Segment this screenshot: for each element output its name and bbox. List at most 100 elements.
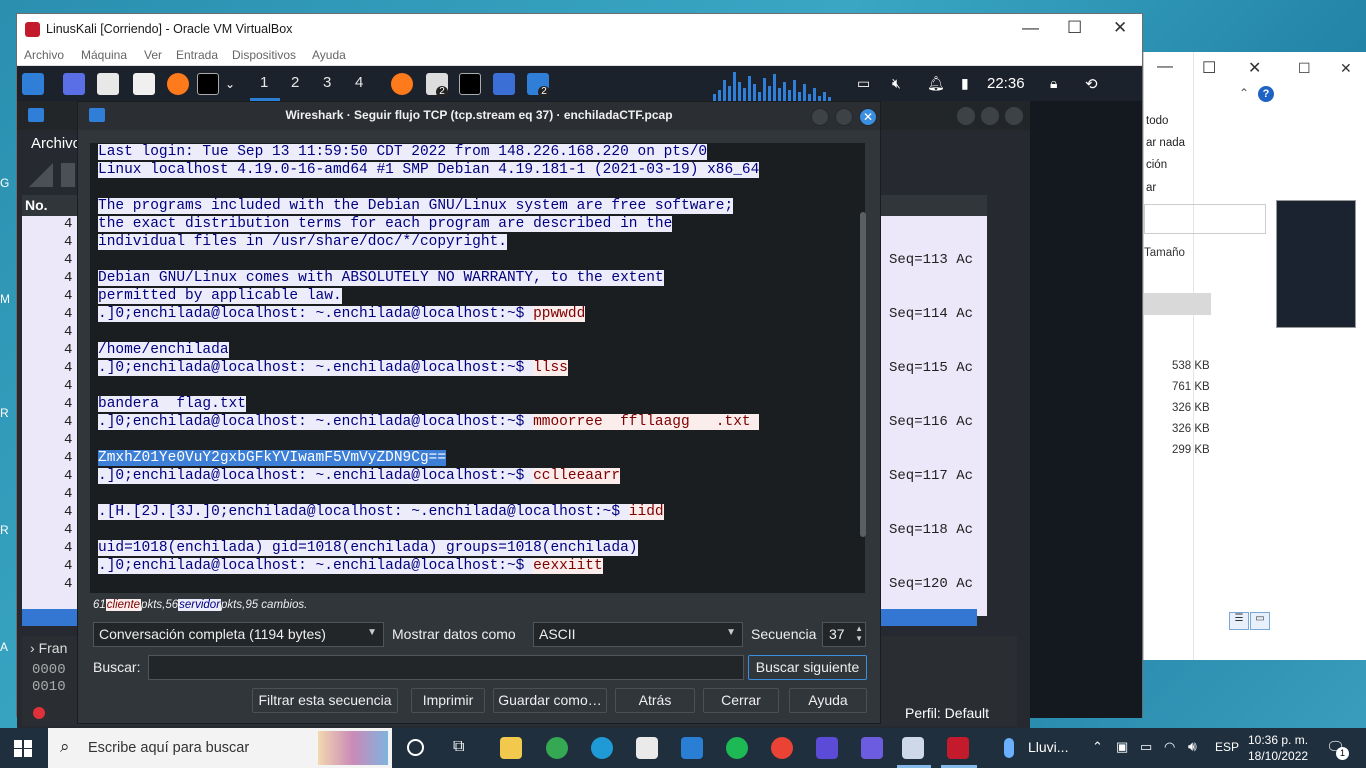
back-button[interactable]: Atrás [615,688,695,713]
weather-icon[interactable] [1004,738,1014,758]
system-clock[interactable]: 10:36 p. m. 18/10/2022 [1248,732,1308,764]
maximize-icon[interactable]: ☐ [1067,18,1082,38]
packet-no[interactable]: 4 [64,432,72,448]
mute-icon[interactable]: 🔇︎ [892,75,901,92]
obsidian-icon[interactable] [816,737,838,759]
volume-icon[interactable]: 🔊︎ [1188,738,1197,755]
packet-info[interactable]: Seq=118 Ac [889,522,973,538]
menu-maquina[interactable]: Máquina [81,48,127,62]
close-icon[interactable]: ✕ [859,108,877,126]
chrome-icon[interactable] [546,737,568,759]
selected-row[interactable] [1144,293,1211,315]
packet-no[interactable]: 4 [64,288,72,304]
packet-info[interactable]: Seq=114 Ac [889,306,973,322]
terminal-icon[interactable] [197,73,219,95]
wifi-icon[interactable]: ◠ [1164,739,1175,755]
stream-line[interactable]: uid=1018(enchilada) gid=1018(enchilada) … [98,539,638,557]
frame-tree-item[interactable]: › Fran [30,640,67,656]
battery-icon[interactable]: ▮ [961,75,969,92]
stream-line[interactable]: .]0;enchilada@localhost: ~.enchilada@loc… [98,557,603,575]
battery-icon[interactable]: ▭ [1140,739,1152,755]
stream-line[interactable]: permitted by applicable law. [98,287,342,305]
find-next-button[interactable]: Buscar siguiente [748,655,867,680]
files-icon[interactable] [97,73,119,95]
store-icon[interactable] [636,737,658,759]
edge-icon[interactable] [591,737,613,759]
chevron-up-icon[interactable]: ⌃ [1239,86,1249,100]
packet-no[interactable]: 4 [64,396,72,412]
packet-no[interactable]: 4 [64,216,72,232]
packet-no[interactable]: 4 [64,414,72,430]
details-view-icon[interactable]: ☰ [1229,612,1249,630]
stop-icon[interactable] [61,163,75,187]
packet-info[interactable]: Seq=115 Ac [889,360,973,376]
chevron-up-icon[interactable]: ⌃ [1092,739,1103,755]
menu-archivo[interactable]: Archivo [31,135,81,152]
close-icon[interactable]: ✕ [1340,60,1352,77]
lock-icon[interactable]: 🔒︎ [1050,75,1057,92]
minimize-icon[interactable] [957,107,975,125]
device-icon[interactable]: ▣ [1116,739,1128,755]
taskbar-search-box[interactable]: ⌕ Escribe aquí para buscar [48,728,392,768]
packet-no[interactable]: 4 [64,486,72,502]
kali-vm-icon[interactable] [947,737,969,759]
packet-no[interactable]: 4 [64,360,72,376]
spotify-icon[interactable] [726,737,748,759]
menu-dispositivos[interactable]: Dispositivos [232,48,296,62]
language-indicator[interactable]: ESP [1215,740,1239,754]
stream-line[interactable]: .]0;enchilada@localhost: ~.enchilada@loc… [98,413,760,431]
stream-line[interactable]: ZmxhZ01Ye0VuY2gxbGFkYVIwamF5VmVyZDN9Cg== [98,449,447,467]
packet-info[interactable]: Seq=120 Ac [889,576,973,592]
close-icon[interactable]: ✕ [1248,58,1261,78]
stream-line[interactable]: individual files in /usr/share/doc/*/cop… [98,233,507,251]
stream-line[interactable]: Last login: Tue Sep 13 11:59:50 CDT 2022… [98,143,708,161]
close-icon[interactable] [1005,107,1023,125]
ribbon-item[interactable]: ción [1146,159,1167,171]
stream-line[interactable]: .]0;enchilada@localhost: ~.enchilada@loc… [98,359,568,377]
packet-no[interactable]: 4 [64,324,72,340]
minimize-icon[interactable]: — [1022,18,1039,38]
shark-fin-icon[interactable] [29,163,53,187]
screenshot-icon[interactable]: ▭ [857,75,870,92]
workspace-4[interactable]: 4 [355,74,363,91]
bell-icon[interactable]: 🔔︎ [927,75,945,92]
search-input[interactable] [1144,204,1266,234]
follow-tcp-stream-dialog[interactable]: Wireshark · Seguir flujo TCP (tcp.stream… [77,101,881,724]
task-view-icon[interactable]: ⧉ [453,738,464,756]
packet-no[interactable]: 4 [64,558,72,574]
packet-info[interactable]: Seq=116 Ac [889,414,973,430]
close-icon[interactable]: ✕ [1113,18,1127,38]
maximize-icon[interactable]: ☐ [1298,60,1311,77]
menu-ayuda[interactable]: Ayuda [312,48,346,62]
packet-no[interactable]: 4 [64,468,72,484]
conversation-select[interactable]: Conversación completa (1194 bytes) ▼ [93,622,384,647]
packet-no[interactable]: 4 [64,234,72,250]
help-button[interactable]: Ayuda [789,688,867,713]
packet-no[interactable]: 4 [64,270,72,286]
file-explorer-icon[interactable] [500,737,522,759]
column-header-size[interactable]: Tamaño [1144,247,1185,259]
minimize-icon[interactable]: — [1157,58,1173,76]
workspace-1[interactable]: 1 [260,74,268,91]
stream-line[interactable]: bandera flag.txt [98,395,246,413]
stream-line[interactable]: /home/enchilada [98,341,229,359]
search-input[interactable] [148,655,744,680]
packet-no[interactable]: 4 [64,252,72,268]
data-format-select[interactable]: ASCII ▼ [533,622,743,647]
stream-line[interactable]: .]0;enchilada@localhost: ~.enchilada@loc… [98,467,621,485]
ribbon-item[interactable]: ar [1146,182,1156,194]
stream-line[interactable]: .[H.[2J.[3J.]0;enchilada@localhost: ~.en… [98,503,664,521]
obsidian-icon-2[interactable] [861,737,883,759]
chrome-profile-icon[interactable] [771,737,793,759]
terminal-task-icon[interactable] [459,73,481,95]
stream-line[interactable]: The programs included with the Debian GN… [98,197,734,215]
firefox-icon[interactable] [167,73,189,95]
packet-no[interactable]: 4 [64,522,72,538]
virtualbox-window[interactable]: LinusKali [Corriendo] - Oracle VM Virtua… [16,13,1143,728]
mail-icon[interactable] [681,737,703,759]
maximize-icon[interactable] [981,107,999,125]
profile-status[interactable]: Perfil: Default [905,705,989,721]
thumbnail-view-icon[interactable]: ▭ [1250,612,1270,630]
stream-line[interactable]: Debian GNU/Linux comes with ABSOLUTELY N… [98,269,664,287]
clock[interactable]: 22:36 [987,75,1025,92]
